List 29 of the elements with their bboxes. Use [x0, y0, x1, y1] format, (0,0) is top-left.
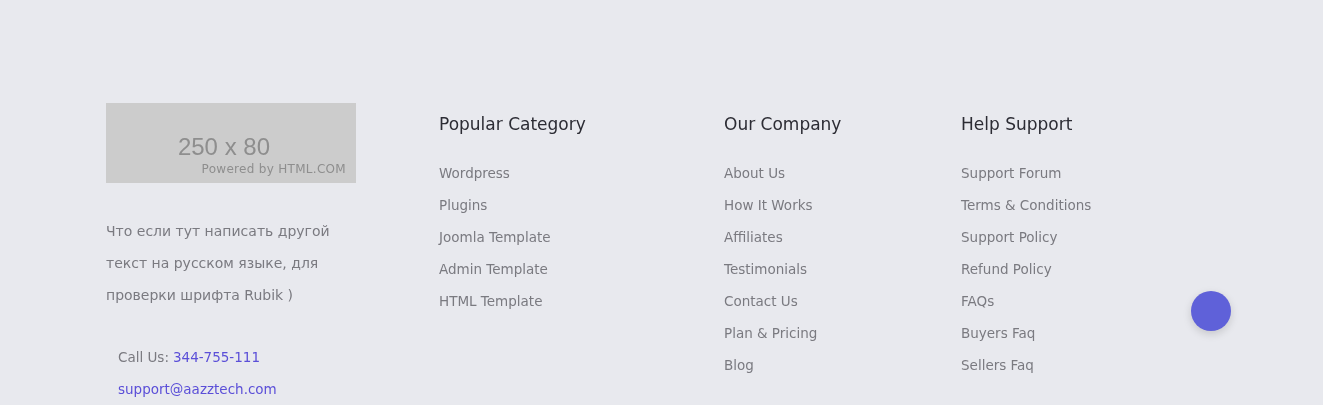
footer-link[interactable]: Support Policy [961, 221, 1058, 253]
phone-link[interactable]: 344-755-111 [172, 349, 260, 365]
footer-link[interactable]: Admin Template [439, 253, 548, 285]
floating-action-button[interactable] [1191, 291, 1231, 331]
footer-link[interactable]: Joomla Template [439, 221, 551, 253]
footer-link[interactable]: Affiliates [724, 221, 783, 253]
footer-link[interactable]: Testimonials [724, 253, 808, 285]
footer-link[interactable]: Wordpress [439, 157, 510, 189]
email-link[interactable]: support@aazztech.com [118, 381, 277, 397]
footer-link[interactable]: Buyers Faq [961, 317, 1036, 349]
footer-link[interactable]: About Us [724, 157, 786, 189]
footer-link[interactable]: FAQs [961, 285, 995, 317]
column-heading: Popular Category [439, 113, 586, 135]
footer-link[interactable]: HTML Template [439, 285, 543, 317]
footer-link[interactable]: Plan & Pricing [724, 317, 818, 349]
logo-credit-text: Powered by HTML.COM [201, 161, 346, 177]
footer-link[interactable]: Contact Us [724, 285, 798, 317]
column-heading: Help Support [961, 113, 1073, 135]
logo-size-text: 250 x 80 [177, 133, 270, 161]
column-heading: Our Company [724, 113, 842, 135]
footer-link[interactable]: Sellers Faq [961, 349, 1034, 381]
footer-link[interactable]: Blog [724, 349, 754, 381]
about-text: Что если тут написать другой текст на русском языке, для проверки шрифта Rubik ) [106, 222, 331, 305]
footer-link[interactable]: Support Forum [961, 157, 1062, 189]
footer-link[interactable]: Terms & Conditions [961, 189, 1092, 221]
phone-label: Call Us: [118, 349, 169, 365]
footer-link[interactable]: Refund Policy [961, 253, 1052, 285]
footer-link[interactable]: How It Works [724, 189, 813, 221]
footer-link[interactable]: Plugins [439, 189, 488, 221]
